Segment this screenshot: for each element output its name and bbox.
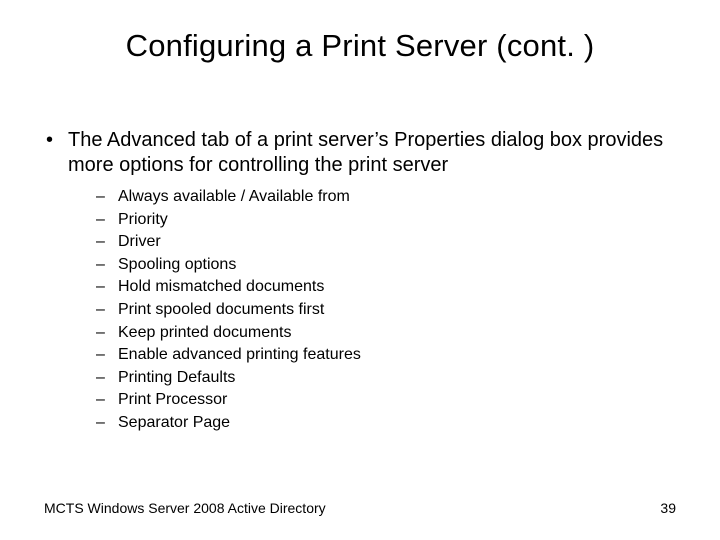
bullet-level2-text: Enable advanced printing features xyxy=(118,346,361,363)
bullet-level1-text: The Advanced tab of a print server’s Pro… xyxy=(68,129,663,176)
bullet-level2-text: Keep printed documents xyxy=(118,324,291,341)
bullet-level2-text: Driver xyxy=(118,233,161,250)
bullet-level2-item: Hold mismatched documents xyxy=(96,276,684,298)
bullet-level2-text: Spooling options xyxy=(118,256,236,273)
slide-title: Configuring a Print Server (cont. ) xyxy=(0,28,720,64)
bullet-level2-item: Enable advanced printing features xyxy=(96,344,684,366)
bullet-level2-text: Hold mismatched documents xyxy=(118,278,324,295)
bullet-level2-text: Always available / Available from xyxy=(118,188,350,205)
bullet-list-level2: Always available / Available from Priori… xyxy=(68,186,684,434)
bullet-level2-item: Driver xyxy=(96,231,684,253)
bullet-list-level1: The Advanced tab of a print server’s Pro… xyxy=(44,128,684,434)
bullet-level2-item: Keep printed documents xyxy=(96,322,684,344)
footer-text: MCTS Windows Server 2008 Active Director… xyxy=(44,500,326,516)
bullet-level2-item: Priority xyxy=(96,209,684,231)
bullet-level2-text: Priority xyxy=(118,211,168,228)
page-number: 39 xyxy=(660,500,676,516)
slide: Configuring a Print Server (cont. ) The … xyxy=(0,0,720,540)
slide-body: The Advanced tab of a print server’s Pro… xyxy=(44,128,684,444)
bullet-level2-item: Spooling options xyxy=(96,254,684,276)
bullet-level2-item: Printing Defaults xyxy=(96,367,684,389)
bullet-level2-item: Print Processor xyxy=(96,389,684,411)
bullet-level2-item: Print spooled documents first xyxy=(96,299,684,321)
bullet-level1-item: The Advanced tab of a print server’s Pro… xyxy=(44,128,684,434)
bullet-level2-item: Separator Page xyxy=(96,412,684,434)
bullet-level2-text: Print spooled documents first xyxy=(118,301,324,318)
bullet-level2-text: Print Processor xyxy=(118,391,227,408)
bullet-level2-item: Always available / Available from xyxy=(96,186,684,208)
bullet-level2-text: Separator Page xyxy=(118,414,230,431)
bullet-level2-text: Printing Defaults xyxy=(118,369,235,386)
